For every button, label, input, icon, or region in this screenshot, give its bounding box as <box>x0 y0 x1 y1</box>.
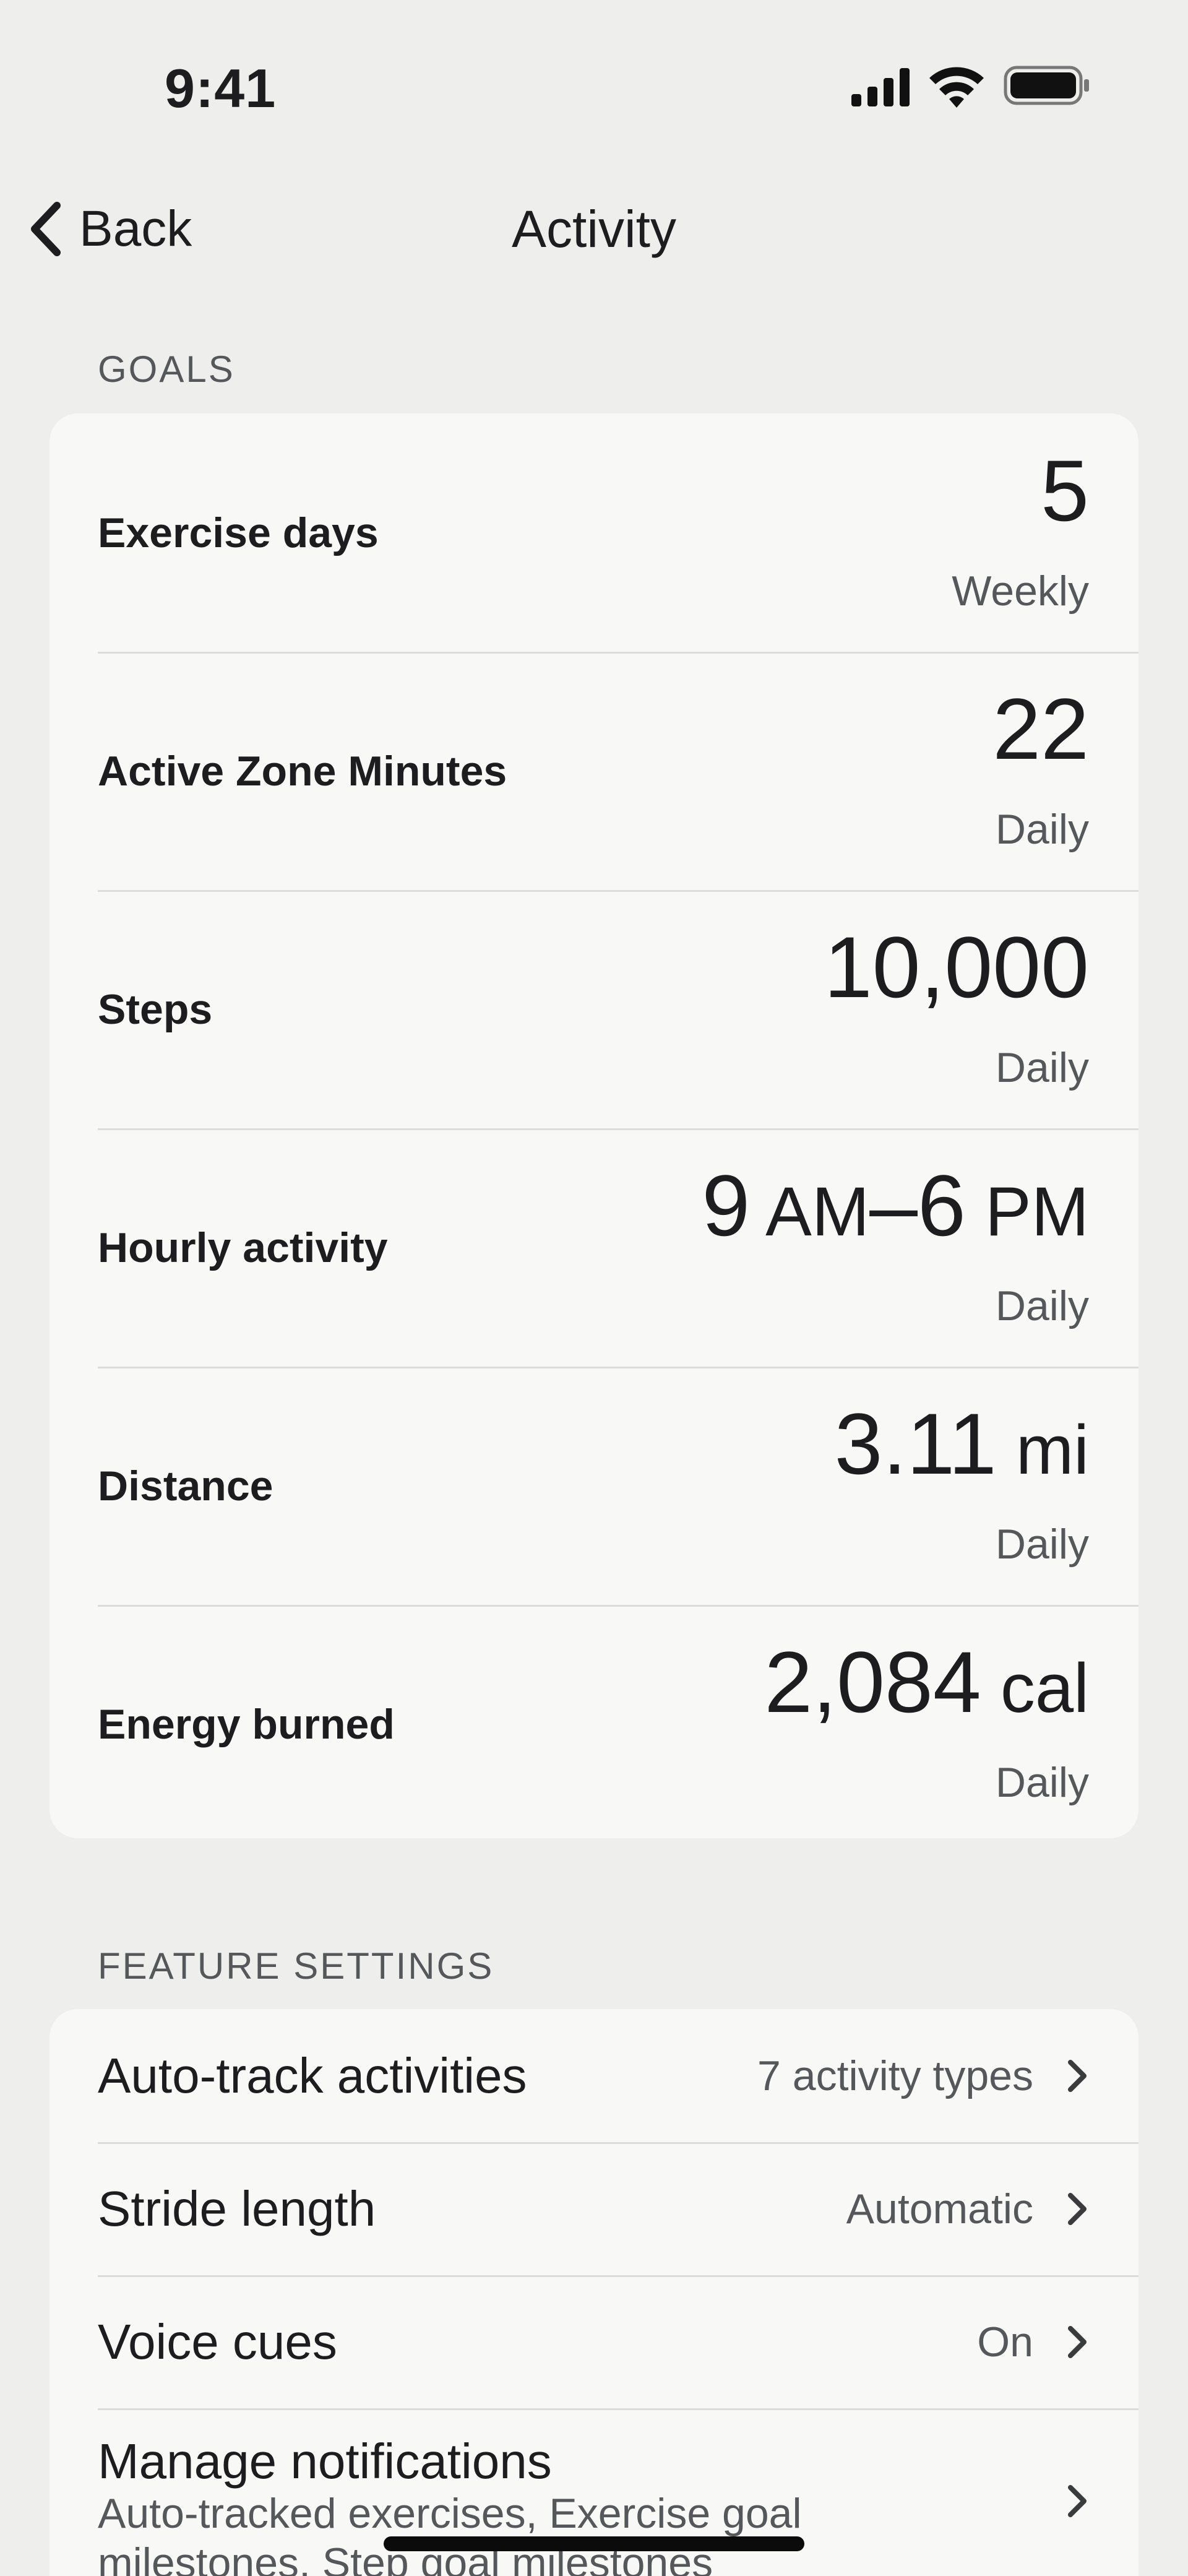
goal-label: Active Zone Minutes <box>98 747 507 795</box>
feature-row-voice-cues[interactable]: Voice cues On <box>50 2275 1138 2408</box>
goal-label: Energy burned <box>98 1700 395 1748</box>
chevron-right-icon <box>1068 2326 1087 2358</box>
feature-settings-card: Auto-track activities 7 activity types S… <box>50 2009 1138 2576</box>
chevron-right-icon <box>1068 2060 1087 2092</box>
page-title: Activity <box>511 200 677 258</box>
goals-section-label: GOALS <box>98 348 235 390</box>
goal-row-steps[interactable]: Steps 10,000 Daily <box>50 890 1138 1128</box>
status-bar: 9:41 <box>0 0 1188 161</box>
feature-label: Manage notifications <box>98 2434 552 2489</box>
feature-settings-section-label: FEATURE SETTINGS <box>98 1945 494 1987</box>
goal-value: 22 <box>992 680 1089 777</box>
home-indicator <box>384 2536 804 2551</box>
goal-label: Steps <box>98 985 213 1033</box>
feature-label: Auto-track activities <box>98 2047 527 2103</box>
goal-period: Daily <box>995 1282 1089 1329</box>
activity-settings-screen: 9:41 Back Activity GOALS Exercise days 5… <box>0 0 1188 2576</box>
goal-period: Daily <box>995 806 1089 853</box>
goal-row-distance[interactable]: Distance 3.11 mi Daily <box>50 1367 1138 1605</box>
goal-period: Weekly <box>952 568 1089 615</box>
navigation-bar: Back Activity <box>0 186 1188 272</box>
goal-value: 5 <box>1041 442 1089 539</box>
goals-card: Exercise days 5 Weekly Active Zone Minut… <box>50 413 1138 1838</box>
chevron-right-icon <box>1068 2193 1087 2225</box>
goal-value: 3.11 mi <box>834 1395 1089 1492</box>
feature-value: On <box>977 2318 1033 2366</box>
chevron-right-icon <box>1068 2485 1087 2517</box>
feature-label: Voice cues <box>98 2314 337 2369</box>
goal-row-exercise-days[interactable]: Exercise days 5 Weekly <box>50 413 1138 652</box>
goal-row-hourly-activity[interactable]: Hourly activity 9 AM–6 PM Daily <box>50 1128 1138 1367</box>
feature-row-auto-track[interactable]: Auto-track activities 7 activity types <box>50 2009 1138 2142</box>
goal-label: Hourly activity <box>98 1224 388 1271</box>
goal-label: Distance <box>98 1462 273 1510</box>
goal-period: Daily <box>995 1759 1089 1806</box>
feature-value: Automatic <box>846 2185 1033 2232</box>
battery-icon <box>1004 66 1089 105</box>
feature-label: Stride length <box>98 2181 376 2236</box>
feature-value: 7 activity types <box>757 2052 1033 2099</box>
cellular-signal-icon <box>851 68 910 106</box>
goal-value: 10,000 <box>824 918 1089 1016</box>
feature-row-stride-length[interactable]: Stride length Automatic <box>50 2142 1138 2275</box>
goal-value: 9 AM–6 PM <box>702 1157 1089 1254</box>
goal-value: 2,084 cal <box>764 1633 1089 1731</box>
goal-row-energy-burned[interactable]: Energy burned 2,084 cal Daily <box>50 1605 1138 1838</box>
goal-row-active-zone-minutes[interactable]: Active Zone Minutes 22 Daily <box>50 652 1138 890</box>
feature-sublabel: Auto-tracked exercises, Exercise goal mi… <box>98 2490 802 2576</box>
goal-label: Exercise days <box>98 509 379 556</box>
goal-period: Daily <box>995 1044 1089 1091</box>
status-time: 9:41 <box>165 58 277 119</box>
goal-period: Daily <box>995 1521 1089 1568</box>
wifi-icon <box>929 67 984 108</box>
